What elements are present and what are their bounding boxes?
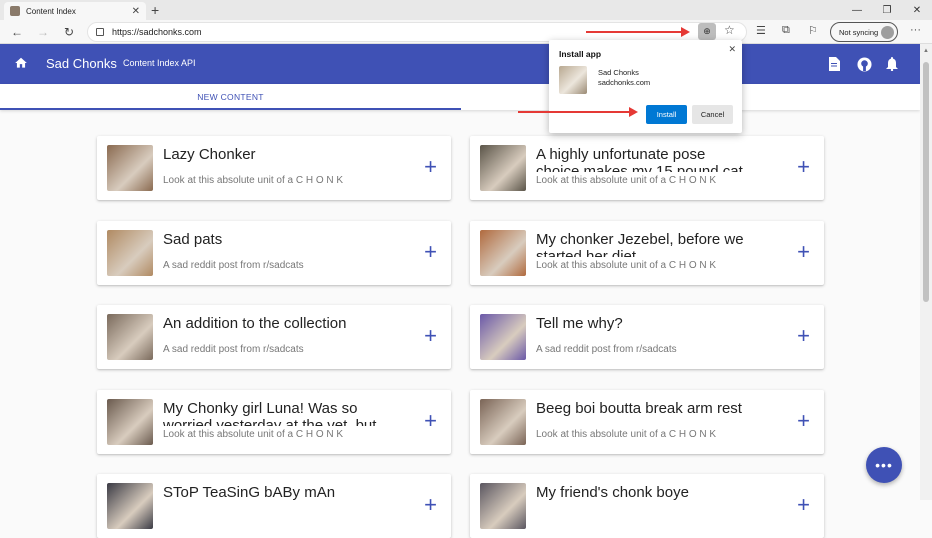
- card-subtitle: A sad reddit post from r/sadcats: [163, 344, 308, 355]
- card-subtitle: Look at this absolute unit of a C H O N …: [536, 429, 721, 440]
- maximize-icon[interactable]: ❐: [872, 0, 902, 20]
- card-title-overflow: worried yesterday at the vet, but: [163, 417, 377, 426]
- cancel-button[interactable]: Cancel: [692, 105, 733, 124]
- content-card[interactable]: My Chonky girl Luna! Was so worried yeste…: [97, 390, 451, 454]
- active-tab-indicator: [0, 108, 461, 110]
- browser-tab[interactable]: Content Index ✕: [4, 2, 146, 20]
- annotation-arrow-install-button: [518, 107, 638, 117]
- install-button[interactable]: Install: [646, 105, 687, 124]
- card-thumbnail: [480, 483, 526, 529]
- card-title: Sad pats: [163, 231, 223, 248]
- add-card-icon[interactable]: +: [424, 239, 437, 265]
- scroll-thumb[interactable]: [923, 62, 929, 302]
- brand-title[interactable]: Sad Chonks: [46, 56, 117, 71]
- install-app-popup: Install app ✕ Sad Chonks sadchonks.com I…: [549, 40, 742, 133]
- annotation-arrow-install-icon: [586, 27, 690, 37]
- card-title: Lazy Chonker: [163, 146, 256, 163]
- app-bar: Sad Chonks Content Index API: [0, 44, 920, 84]
- card-subtitle: Look at this absolute unit of a C H O N …: [163, 175, 348, 186]
- content-card[interactable]: My chonker Jezebel, before we started her…: [470, 221, 824, 285]
- url-text: https://sadchonks.com: [112, 27, 202, 37]
- favorite-star-icon[interactable]: ☆: [724, 23, 735, 37]
- card-title: SToP TeaSinG bABy mAn: [163, 484, 336, 501]
- close-tab-icon[interactable]: ✕: [132, 6, 140, 17]
- card-subtitle: Look at this absolute unit of a C H O N …: [163, 429, 348, 440]
- card-thumbnail: [107, 314, 153, 360]
- document-icon[interactable]: [826, 56, 842, 72]
- add-card-icon[interactable]: +: [424, 492, 437, 518]
- minimize-icon[interactable]: —: [842, 0, 872, 20]
- card-thumbnail: [107, 230, 153, 276]
- add-card-icon[interactable]: +: [424, 323, 437, 349]
- content-card[interactable]: An addition to the collection A sad reddi…: [97, 305, 451, 369]
- card-thumbnail: [480, 145, 526, 191]
- card-subtitle: A sad reddit post from r/sadcats: [163, 260, 308, 271]
- content-index-api-link[interactable]: Content Index API: [123, 58, 196, 68]
- add-card-icon[interactable]: +: [424, 154, 437, 180]
- popup-title: Install app: [559, 49, 602, 59]
- card-title: My Chonky girl Luna! Was so: [163, 400, 358, 417]
- content-card[interactable]: Tell me why? A sad reddit post from r/sad…: [470, 305, 824, 369]
- favicon-icon: [10, 6, 20, 16]
- new-tab-button[interactable]: +: [151, 1, 159, 19]
- card-thumbnail: [480, 230, 526, 276]
- card-title: A highly unfortunate pose: [536, 146, 706, 163]
- lock-icon: [96, 28, 104, 36]
- card-subtitle: A sad reddit post from r/sadcats: [536, 344, 681, 355]
- card-title: Tell me why?: [536, 315, 623, 332]
- add-card-icon[interactable]: +: [797, 492, 810, 518]
- tab-title: Content Index: [26, 6, 76, 16]
- profile-button[interactable]: Not syncing: [830, 22, 898, 42]
- card-title: An addition to the collection: [163, 315, 347, 332]
- add-card-icon[interactable]: +: [797, 239, 810, 265]
- content-card[interactable]: Lazy Chonker Look at this absolute unit o…: [97, 136, 451, 200]
- github-icon[interactable]: [856, 56, 872, 72]
- popup-app-domain: sadchonks.com: [598, 78, 651, 87]
- content-card[interactable]: My friend's chonk boye +: [470, 474, 824, 538]
- feedback-icon[interactable]: ⚐: [808, 24, 818, 37]
- bell-icon[interactable]: [884, 56, 900, 72]
- favorites-list-icon[interactable]: ☰: [756, 24, 766, 37]
- content-card[interactable]: Beeg boi boutta break arm rest Look at th…: [470, 390, 824, 454]
- forward-icon[interactable]: →: [34, 23, 52, 41]
- content-card[interactable]: Sad pats A sad reddit post from r/sadcats…: [97, 221, 451, 285]
- popup-app-name: Sad Chonks: [598, 68, 639, 77]
- add-card-icon[interactable]: +: [797, 154, 810, 180]
- browser-tabstrip: Content Index ✕ + — ❐ ✕: [0, 0, 932, 20]
- collections-icon[interactable]: ⧉: [782, 24, 790, 37]
- more-menu-icon[interactable]: ···: [910, 24, 921, 36]
- card-subtitle: Look at this absolute unit of a C H O N …: [536, 260, 721, 271]
- add-card-icon[interactable]: +: [424, 408, 437, 434]
- app-icon-image: [559, 66, 587, 94]
- content-tabs: NEW CONTENT: [0, 84, 920, 110]
- content-card[interactable]: SToP TeaSinG bABy mAn +: [97, 474, 451, 538]
- home-icon[interactable]: [14, 56, 28, 70]
- scroll-up-icon[interactable]: ▲: [923, 48, 929, 54]
- card-thumbnail: [107, 145, 153, 191]
- content-card[interactable]: A highly unfortunate pose choice makes my…: [470, 136, 824, 200]
- card-thumbnail: [480, 314, 526, 360]
- avatar: [881, 26, 894, 39]
- profile-label: Not syncing: [839, 27, 879, 37]
- fab-more-button[interactable]: •••: [866, 447, 902, 483]
- tab-new-content[interactable]: NEW CONTENT: [0, 84, 461, 110]
- page-scrollbar[interactable]: ▲: [920, 44, 932, 500]
- card-title: My friend's chonk boye: [536, 484, 689, 501]
- popup-close-icon[interactable]: ✕: [728, 44, 736, 55]
- add-card-icon[interactable]: +: [797, 408, 810, 434]
- app-install-icon[interactable]: ⊕: [698, 23, 716, 40]
- refresh-icon[interactable]: ↻: [60, 23, 78, 41]
- card-thumbnail: [480, 399, 526, 445]
- card-title-overflow: started her diet: [536, 248, 637, 257]
- card-thumbnail: [107, 483, 153, 529]
- address-bar: ← → ↻ https://sadchonks.com ⊕ ☆ ☰ ⧉ ⚐ No…: [0, 20, 932, 44]
- card-thumbnail: [107, 399, 153, 445]
- close-window-icon[interactable]: ✕: [902, 0, 932, 20]
- card-title: Beeg boi boutta break arm rest: [536, 400, 742, 417]
- card-subtitle: Look at this absolute unit of a C H O N …: [536, 175, 721, 186]
- card-title: My chonker Jezebel, before we: [536, 231, 744, 248]
- back-icon[interactable]: ←: [8, 23, 26, 41]
- add-card-icon[interactable]: +: [797, 323, 810, 349]
- card-title-overflow: choice makes my 15 pound cat: [536, 163, 743, 172]
